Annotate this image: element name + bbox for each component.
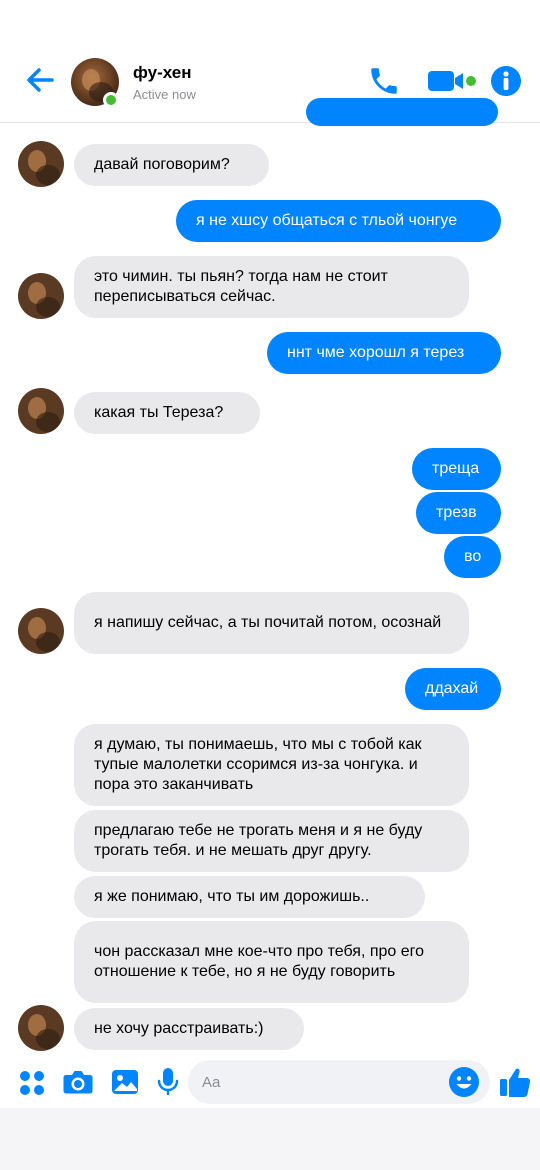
message-incoming: это чимин. ты пьян? тогда нам не стоит п… xyxy=(74,256,469,318)
message-outgoing: трезв xyxy=(416,492,501,534)
contact-status: Active now xyxy=(133,87,196,102)
message-incoming: я думаю, ты понимаешь, что мы с тобой ка… xyxy=(74,724,469,806)
sender-avatar[interactable] xyxy=(18,388,64,434)
message-incoming: давай поговорим? xyxy=(74,144,269,186)
sender-avatar[interactable] xyxy=(18,273,64,319)
bottom-area xyxy=(0,1108,540,1170)
thumbs-up-icon[interactable] xyxy=(498,1065,532,1099)
message-outgoing: во xyxy=(444,536,501,578)
sender-avatar[interactable] xyxy=(18,608,64,654)
message-incoming: какая ты Тереза? xyxy=(74,392,260,434)
menu-dots-icon[interactable] xyxy=(18,1069,46,1097)
message-incoming: я же понимаю, что ты им дорожишь.. xyxy=(74,876,425,918)
message-outgoing: ннт чме хорошл я терез xyxy=(267,332,501,374)
chat-screen: фу-хен Active now давай поговорим? я не … xyxy=(0,0,540,1108)
message-incoming: я напишу сейчас, а ты почитай потом, осо… xyxy=(74,592,469,654)
sender-avatar[interactable] xyxy=(18,141,64,187)
video-call-icon[interactable] xyxy=(426,66,478,96)
message-incoming: не хочу расстраивать:) xyxy=(74,1008,304,1050)
camera-icon[interactable] xyxy=(62,1068,94,1096)
message-input[interactable] xyxy=(202,1060,442,1104)
message-outgoing: треща xyxy=(412,448,501,490)
image-icon[interactable] xyxy=(110,1067,140,1097)
message-incoming: чон рассказал мне кое-что про тебя, про … xyxy=(74,921,469,1003)
previous-message-bubble xyxy=(306,98,498,126)
message-incoming: предлагаю тебе не трогать меня и я не бу… xyxy=(74,810,469,872)
info-icon[interactable] xyxy=(490,65,522,97)
phone-icon[interactable] xyxy=(367,64,401,98)
contact-name: фу-хен xyxy=(133,63,192,82)
message-outgoing: я не хшсу общаться с тльой чонгуе xyxy=(176,200,501,242)
sender-avatar[interactable] xyxy=(18,1005,64,1051)
message-input-container xyxy=(188,1060,490,1104)
online-indicator xyxy=(103,92,119,108)
message-outgoing: ддахай xyxy=(405,668,501,710)
back-arrow-icon[interactable] xyxy=(22,62,58,98)
message-composer xyxy=(0,1054,540,1108)
emoji-icon[interactable] xyxy=(448,1066,480,1098)
microphone-icon[interactable] xyxy=(156,1066,180,1098)
